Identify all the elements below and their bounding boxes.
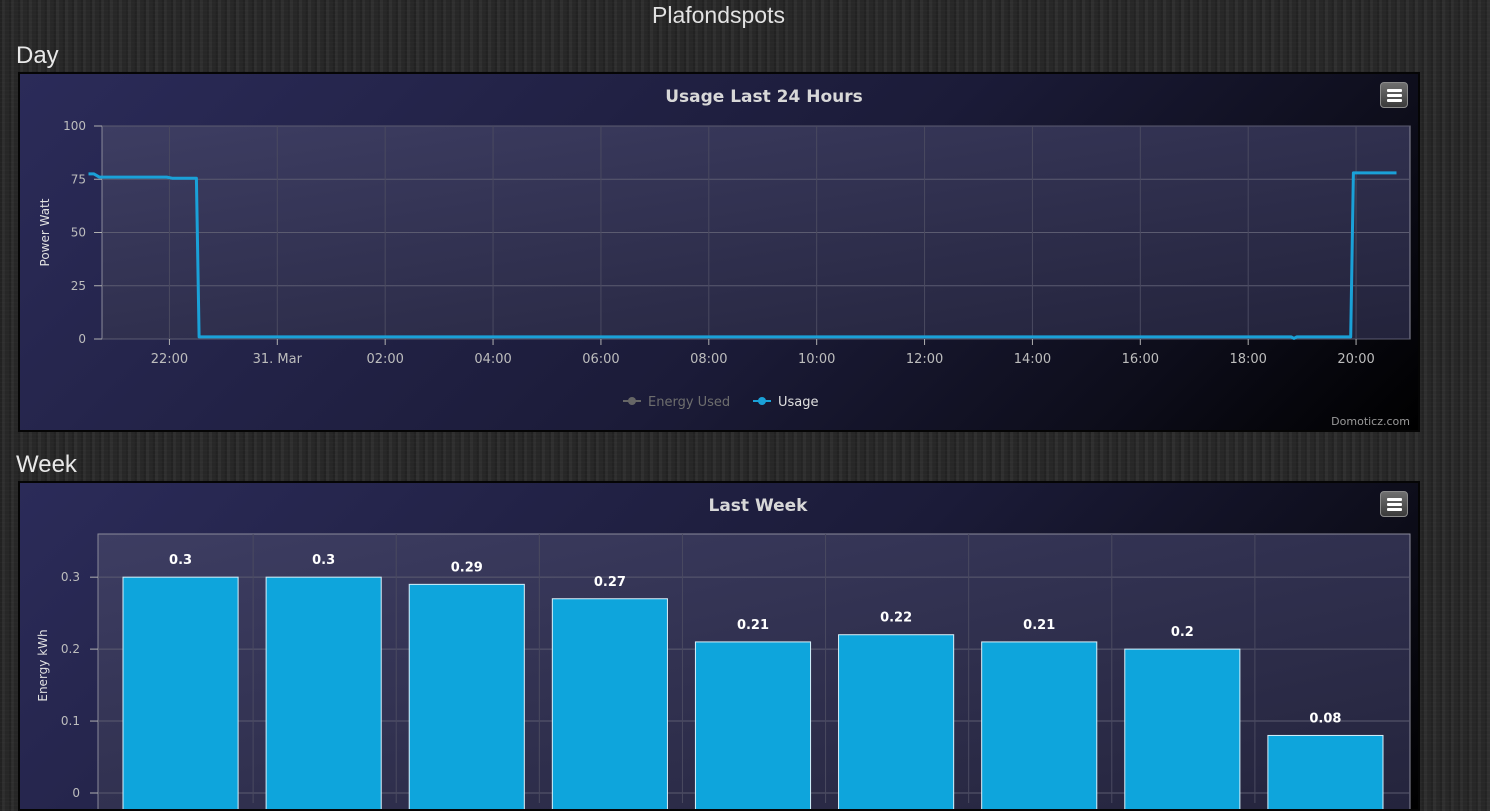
day-y-axis-label: Power Watt bbox=[38, 198, 52, 266]
day-x-tick-label: 16:00 bbox=[1122, 352, 1159, 367]
week-bar bbox=[122, 576, 239, 809]
page-title: Plafondspots bbox=[652, 2, 785, 28]
day-section-heading: Day bbox=[16, 42, 59, 69]
week-bar-data-label: 0.21 bbox=[1023, 618, 1055, 633]
week-bar-data-label: 0.2 bbox=[1171, 625, 1194, 640]
day-chart-panel: Usage Last 24 Hours 0 25 50 75 100 Power Watt 2… bbox=[18, 72, 1420, 432]
day-x-tick-label: 06:00 bbox=[582, 352, 619, 367]
day-y-tick-label: 100 bbox=[63, 119, 86, 133]
week-chart-panel: Last Week 0 0.1 0.2 0.3 Energy kWh 0.3 0.3 0.29 0… bbox=[18, 481, 1420, 811]
day-usage-chart: Usage Last 24 Hours 0 25 50 75 100 Power Watt 2… bbox=[38, 87, 1411, 428]
week-bar bbox=[1124, 648, 1241, 809]
week-y-tick-label: 0.3 bbox=[61, 570, 80, 584]
week-bar bbox=[981, 641, 1098, 809]
week-y-axis-label: Energy kWh bbox=[36, 629, 50, 701]
legend-energy-used-label: Energy Used bbox=[648, 395, 730, 410]
day-x-tick-label: 04:00 bbox=[474, 352, 511, 367]
day-chart-title: Usage Last 24 Hours bbox=[665, 87, 863, 107]
week-bar bbox=[1267, 734, 1384, 809]
day-x-tick-label: 22:00 bbox=[151, 352, 188, 367]
day-y-tick-label: 75 bbox=[71, 172, 86, 186]
day-x-tick-label: 20:00 bbox=[1337, 352, 1374, 367]
day-y-tick-label: 50 bbox=[71, 226, 86, 240]
day-x-tick-label: 31. Mar bbox=[253, 352, 303, 367]
day-y-tick-label: 25 bbox=[71, 279, 86, 293]
day-x-tick-label: 14:00 bbox=[1014, 352, 1051, 367]
week-y-tick-label: 0 bbox=[72, 786, 80, 800]
week-bar-data-label: 0.3 bbox=[169, 553, 192, 568]
week-bar bbox=[838, 634, 955, 809]
legend-energy-used-marker bbox=[628, 397, 636, 405]
legend-usage-label: Usage bbox=[778, 395, 819, 410]
week-bar-data-label: 0.22 bbox=[880, 611, 912, 626]
day-chart-menu-button[interactable] bbox=[1380, 82, 1408, 108]
day-x-tick-label: 12:00 bbox=[906, 352, 943, 367]
week-bar bbox=[694, 641, 812, 809]
day-x-tick-label: 02:00 bbox=[366, 352, 403, 367]
day-x-tick-label: 18:00 bbox=[1229, 352, 1266, 367]
week-section-heading: Week bbox=[16, 451, 77, 478]
chart-credits: Domoticz.com bbox=[1331, 415, 1410, 428]
week-bar-data-label: 0.08 bbox=[1309, 711, 1341, 726]
week-bar bbox=[408, 583, 525, 809]
day-x-tick-label: 10:00 bbox=[798, 352, 835, 367]
week-y-tick-label: 0.2 bbox=[61, 642, 80, 656]
day-y-tick-label: 0 bbox=[78, 332, 86, 346]
legend-usage-marker bbox=[758, 397, 766, 405]
week-y-tick-label: 0.1 bbox=[61, 714, 80, 728]
week-chart-title: Last Week bbox=[709, 496, 809, 516]
week-bar-data-label: 0.21 bbox=[737, 618, 769, 633]
day-x-tick-label: 08:00 bbox=[690, 352, 727, 367]
week-energy-chart: Last Week 0 0.1 0.2 0.3 Energy kWh 0.3 0.3 0.29 0… bbox=[36, 496, 1411, 809]
week-bar-data-label: 0.29 bbox=[451, 560, 483, 575]
week-chart-menu-button[interactable] bbox=[1380, 491, 1408, 517]
week-bar-data-label: 0.27 bbox=[594, 575, 626, 590]
week-bar bbox=[551, 598, 668, 809]
week-bar bbox=[265, 576, 382, 809]
week-bar-data-label: 0.3 bbox=[312, 553, 335, 568]
